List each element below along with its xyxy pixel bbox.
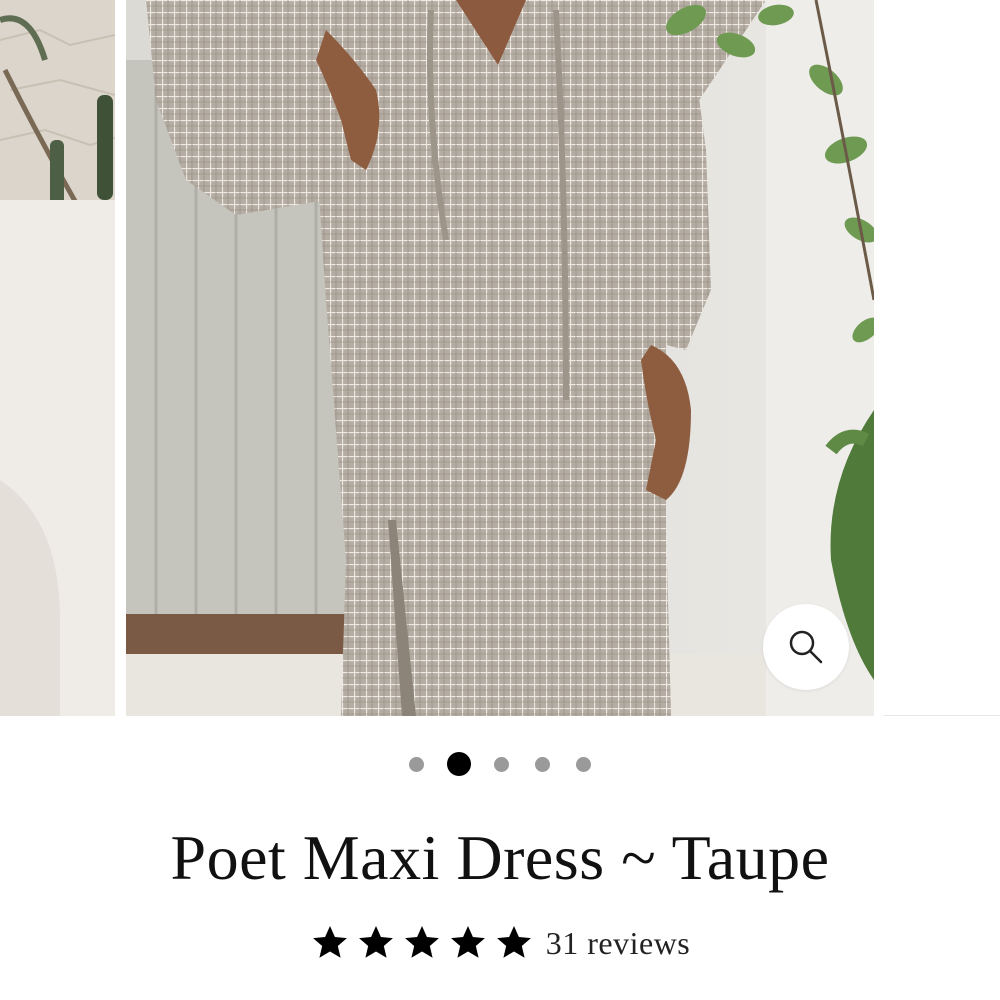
- product-image-gallery[interactable]: [0, 0, 1000, 716]
- gallery-divider: [884, 715, 1000, 716]
- gallery-previous-image[interactable]: [0, 0, 115, 716]
- search-icon: [786, 627, 826, 667]
- gallery-dot-5[interactable]: [576, 756, 591, 772]
- gallery-dot-1[interactable]: [409, 756, 424, 772]
- star-icon: [496, 926, 531, 958]
- star-icon: [358, 926, 393, 958]
- star-icon: [404, 926, 439, 958]
- product-rating: 31 reviews: [0, 918, 1000, 968]
- reviews-label: reviews: [587, 924, 691, 961]
- gallery-dot-2-active[interactable]: [447, 752, 471, 776]
- rating-stars: [310, 923, 534, 963]
- gallery-dot-3[interactable]: [494, 756, 509, 772]
- gallery-main-image[interactable]: [126, 0, 874, 716]
- star-icon: [450, 926, 485, 958]
- zoom-button[interactable]: [763, 604, 849, 690]
- product-title: Poet Maxi Dress ~ Taupe: [170, 822, 830, 893]
- gallery-dot-4[interactable]: [535, 756, 550, 772]
- gallery-pagination: [0, 752, 1000, 776]
- star-icon: [312, 926, 347, 958]
- reviews-count: 31: [545, 924, 579, 961]
- reviews-link[interactable]: 31 reviews: [546, 925, 691, 962]
